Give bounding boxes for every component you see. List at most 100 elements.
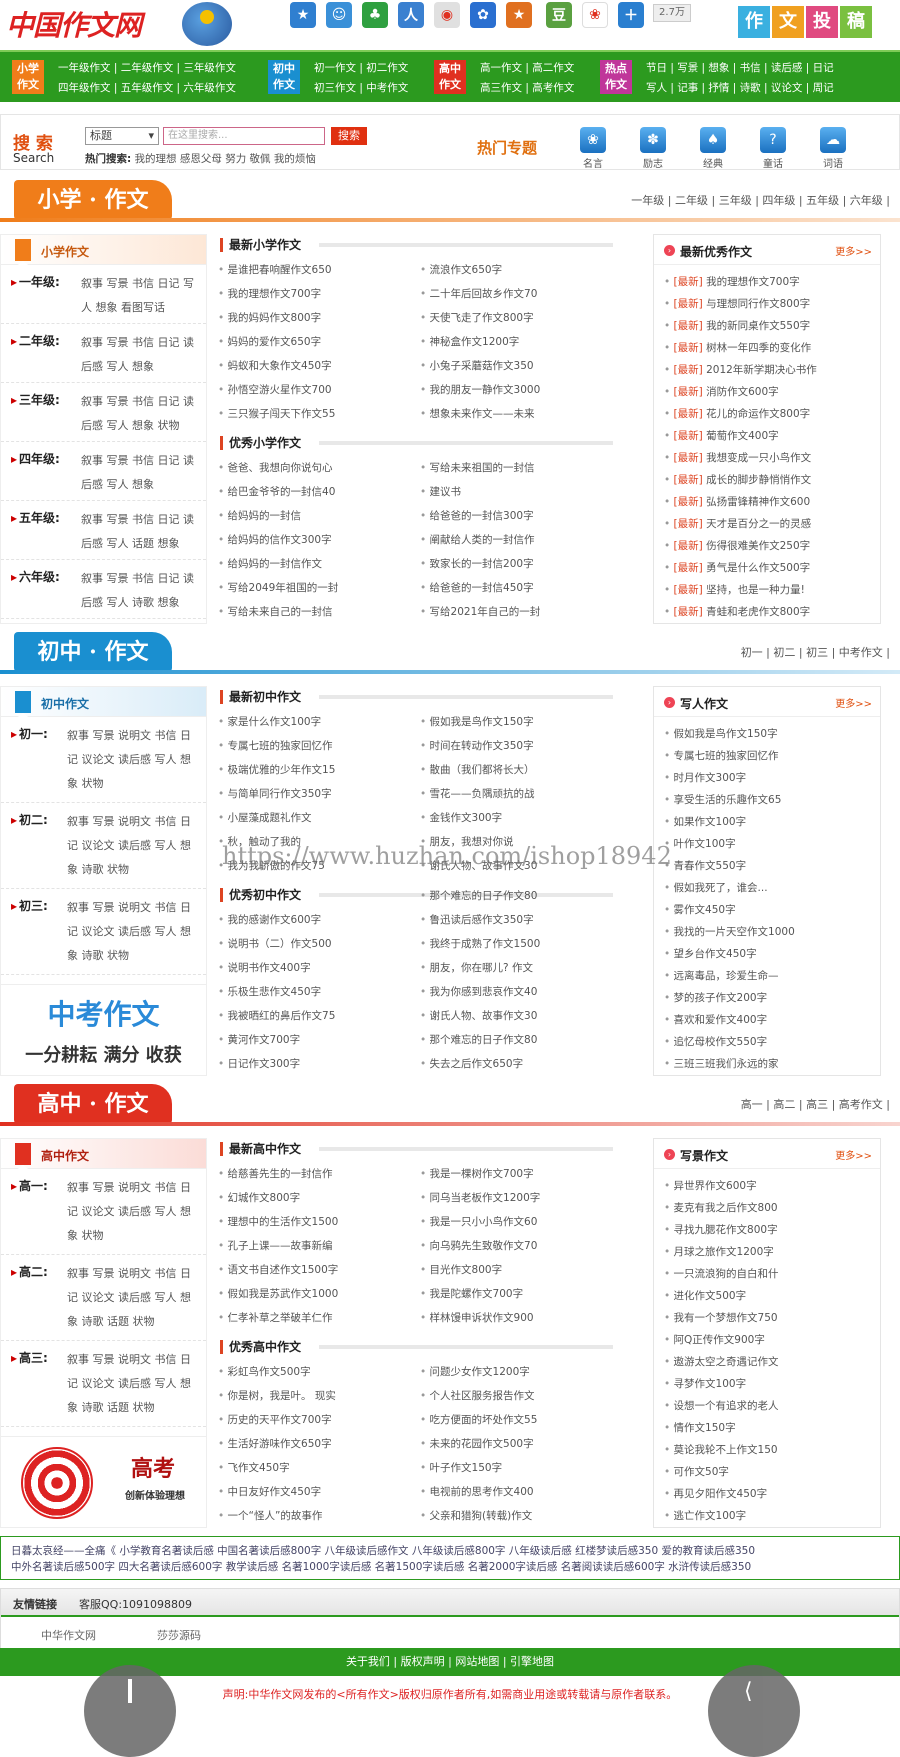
related-links-row[interactable]: 日暮太哀经——全痛《 小学教育名著读后感 中国名著读后感800字 八年级读后感作… bbox=[11, 1543, 889, 1559]
star-icon[interactable]: ★ bbox=[290, 2, 316, 28]
article-link[interactable]: 语文书自述作文1500字 bbox=[218, 1258, 339, 1282]
nav-links-primary-1[interactable]: 一年级作文 | 二年级作文 | 三年级作文 bbox=[58, 60, 236, 75]
article-link[interactable]: 青春作文550字 bbox=[664, 855, 870, 877]
article-link[interactable]: 给妈妈的一封信 bbox=[218, 504, 338, 528]
article-link[interactable]: 阿Q正传作文900字 bbox=[664, 1329, 870, 1351]
nav-cat-primary[interactable]: 小学 作文 bbox=[12, 60, 44, 94]
junior-banner-title[interactable]: 初中 · 作文 bbox=[14, 632, 172, 672]
article-link[interactable]: 向乌鸦先生致敬作文70 bbox=[420, 1234, 540, 1258]
zhongkao-ad[interactable]: 中考作文 一分耕耘 满分 收获 bbox=[0, 984, 207, 1076]
article-link[interactable]: 我是一只小小鸟作文60 bbox=[420, 1210, 540, 1234]
grade-label[interactable]: 五年级: bbox=[11, 509, 60, 526]
grade-category-links[interactable]: 叙事 写景 说明文 书信 日记 议论文 读后感 写人 想象 诗歌 状物 bbox=[67, 810, 199, 882]
article-link[interactable]: [最新] 青蛙和老虎作文800字 bbox=[664, 601, 870, 623]
article-link[interactable]: 妈妈的爱作文650字 bbox=[218, 330, 335, 354]
article-link[interactable]: 孙悟空游火星作文700 bbox=[218, 378, 335, 402]
grade-category-links[interactable]: 叙事 写景 书信 日记 写人 想象 看图写话 bbox=[81, 272, 199, 320]
article-link[interactable]: 阐献给人类的一封信作 bbox=[420, 528, 540, 552]
clover-icon[interactable]: ♣ bbox=[362, 2, 388, 28]
paw-icon[interactable]: ✿ bbox=[470, 2, 496, 28]
more-link[interactable]: 更多>> bbox=[835, 243, 872, 258]
article-link[interactable]: [最新] 天才是百分之一的灵感 bbox=[664, 513, 870, 535]
article-link[interactable]: 鲁迅读后感作文350字 bbox=[420, 908, 540, 932]
article-link[interactable]: 我的感谢作文600字 bbox=[218, 908, 335, 932]
article-link[interactable]: 建议书 bbox=[420, 480, 540, 504]
article-link[interactable]: 逃亡作文100字 bbox=[664, 1505, 870, 1527]
article-link[interactable]: 我找的一片天空作文1000 bbox=[664, 921, 870, 943]
article-link[interactable]: 写给未来自己的一封信 bbox=[218, 600, 338, 624]
article-link[interactable]: 追忆母校作文550字 bbox=[664, 1031, 870, 1053]
article-link[interactable]: 那个难忘的日子作文80 bbox=[420, 1028, 540, 1052]
grade-category-links[interactable]: 叙事 写景 说明文 书信 日记 议论文 读后感 写人 想象 状物 bbox=[67, 1176, 199, 1248]
article-link[interactable]: 极端优雅的少年作文15 bbox=[218, 758, 336, 782]
search-type-select[interactable]: 标题 ▾ bbox=[85, 127, 159, 145]
article-link[interactable]: 爸爸、我想向你说句心 bbox=[218, 456, 338, 480]
grade-category-links[interactable]: 叙事 写景 书信 日记 读后感 写人 想象 bbox=[81, 331, 199, 379]
article-link[interactable]: 朋友，你在哪儿? 作文 bbox=[420, 956, 540, 980]
article-link[interactable]: 乐极生悲作文450字 bbox=[218, 980, 335, 1004]
grade-label[interactable]: 初三: bbox=[11, 897, 48, 914]
senior-banner-title[interactable]: 高中 · 作文 bbox=[14, 1084, 172, 1124]
article-link[interactable]: 写给2049年祖国的一封 bbox=[218, 576, 339, 600]
article-link[interactable]: 一只流浪狗的自白和什 bbox=[664, 1263, 870, 1285]
grade-category-links[interactable]: 叙事 写景 说明文 书信 日记 议论文 读后感 写人 想象 状物 bbox=[67, 724, 199, 796]
article-link[interactable]: 致家长的一封信200字 bbox=[420, 552, 540, 576]
article-link[interactable]: 假如我死了，谁会... bbox=[664, 877, 870, 899]
article-link[interactable]: [最新] 我的新同桌作文550字 bbox=[664, 315, 870, 337]
article-link[interactable]: 家是什么作文100字 bbox=[218, 710, 335, 734]
article-link[interactable]: [最新] 我想变成一只小鸟作文 bbox=[664, 447, 870, 469]
article-link[interactable]: 历史的天平作文700字 bbox=[218, 1408, 336, 1432]
nav-links-senior-1[interactable]: 高一作文 | 高二作文 bbox=[480, 60, 574, 75]
article-link[interactable]: 幻城作文800字 bbox=[218, 1186, 338, 1210]
article-link[interactable]: [最新] 葡萄作文400字 bbox=[664, 425, 870, 447]
article-link[interactable]: 给巴金爷爷的一封信40 bbox=[218, 480, 338, 504]
chat-icon[interactable]: ☺ bbox=[326, 2, 352, 28]
article-link[interactable]: 寻梦作文100字 bbox=[664, 1373, 870, 1395]
topic-words[interactable]: ☁ 词语 bbox=[815, 127, 851, 170]
article-link[interactable]: 三只猴子闯天下作文55 bbox=[218, 402, 336, 426]
article-link[interactable]: 我是一棵树作文700字 bbox=[420, 1162, 540, 1186]
grade-category-links[interactable]: 叙事 写景 说明文 书信 日记 议论文 读后感 写人 想象 诗歌 话题 状物 bbox=[67, 1348, 199, 1420]
topic-fairy[interactable]: ? 童话 bbox=[755, 127, 791, 170]
article-link[interactable]: 日记作文300字 bbox=[218, 1052, 335, 1076]
grade-label[interactable]: 二年级: bbox=[11, 332, 60, 349]
primary-grade-links[interactable]: 一年级 | 二年级 | 三年级 | 四年级 | 五年级 | 六年级 | bbox=[631, 192, 890, 208]
article-link[interactable]: 写给2021年自己的一封 bbox=[420, 600, 541, 624]
grade-category-links[interactable]: 叙事 写景 书信 日记 读后感 写人 诗歌 想象 bbox=[81, 567, 199, 615]
scroll-up-button[interactable] bbox=[84, 1665, 176, 1757]
article-link[interactable]: 我被晒红的鼻后作文75 bbox=[218, 1004, 336, 1028]
gaokao-ad[interactable]: 高考 创新体验理想 bbox=[0, 1436, 207, 1528]
grade-label[interactable]: 高三: bbox=[11, 1349, 48, 1366]
article-link[interactable]: 神秘盒作文1200字 bbox=[420, 330, 540, 354]
grade-category-links[interactable]: 叙事 写景 说明文 书信 日记 议论文 读后感 写人 想象 诗歌 话题 状物 bbox=[67, 1262, 199, 1334]
grade-category-links[interactable]: 叙事 写景 书信 日记 读后感 写人 想象 状物 bbox=[81, 390, 199, 438]
article-link[interactable]: 给慈善先生的一封信作 bbox=[218, 1162, 338, 1186]
star2-icon[interactable]: ★ bbox=[506, 2, 532, 28]
article-link[interactable]: 一个“怪人”的故事作 bbox=[218, 1504, 336, 1528]
article-link[interactable]: 时月作文300字 bbox=[664, 767, 870, 789]
nav-links-hot-2[interactable]: 写人 | 记事 | 抒情 | 诗歌 | 议论文 | 周记 bbox=[646, 80, 834, 95]
nav-links-primary-2[interactable]: 四年级作文 | 五年级作文 | 六年级作文 bbox=[58, 80, 236, 95]
grade-category-links[interactable]: 叙事 写景 书信 日记 读后感 写人 想象 bbox=[81, 449, 199, 497]
article-link[interactable]: [最新] 2012年新学期决心书作 bbox=[664, 359, 870, 381]
article-link[interactable]: 给妈妈的一封信作文 bbox=[218, 552, 338, 576]
person-icon[interactable]: 人 bbox=[398, 2, 424, 28]
friend-link[interactable]: 莎莎源码 bbox=[157, 1627, 201, 1643]
article-link[interactable]: 如果作文100字 bbox=[664, 811, 870, 833]
article-link[interactable]: 是谁把春响醒作文650 bbox=[218, 258, 335, 282]
article-link[interactable]: 可作文50字 bbox=[664, 1461, 870, 1483]
article-link[interactable]: 我的理想作文700字 bbox=[218, 282, 335, 306]
article-link[interactable]: 中日友好作文450字 bbox=[218, 1480, 336, 1504]
article-link[interactable]: 与简单同行作文350字 bbox=[218, 782, 335, 806]
article-link[interactable]: 小兔子采蘑菇作文350 bbox=[420, 354, 540, 378]
article-link[interactable]: 父亲和猎狗(转载)作文 bbox=[420, 1504, 537, 1528]
article-link[interactable]: 想象未来作文——未来 bbox=[420, 402, 540, 426]
article-link[interactable]: 写给未来祖国的一封信 bbox=[420, 456, 540, 480]
grade-label[interactable]: 六年级: bbox=[11, 568, 60, 585]
bean-icon[interactable]: 豆 bbox=[546, 2, 572, 28]
article-link[interactable]: [最新] 坚持，也是一种力量! bbox=[664, 579, 870, 601]
nav-cat-hot[interactable]: 热点 作文 bbox=[600, 60, 632, 94]
article-link[interactable]: 叶作文100字 bbox=[664, 833, 870, 855]
article-link[interactable]: 天使飞走了作文800字 bbox=[420, 306, 540, 330]
article-link[interactable]: 仁孝补草之举破羊仁作 bbox=[218, 1306, 338, 1330]
